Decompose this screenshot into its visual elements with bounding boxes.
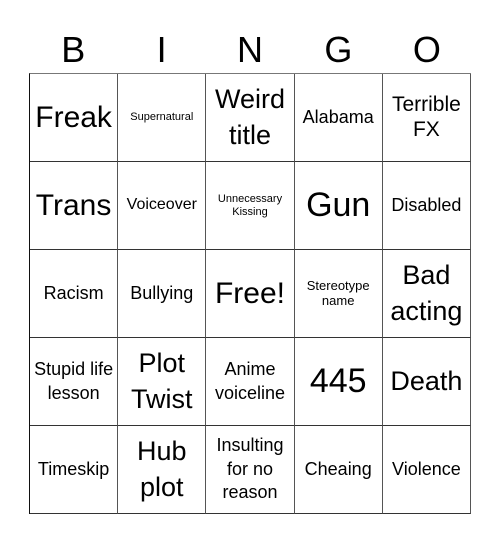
header-letter-i: I [156,29,167,70]
bingo-cell[interactable]: Timeskip [30,426,119,514]
bingo-cell[interactable]: Gun [294,162,383,250]
header-letter-g: G [324,29,353,70]
bingo-cell[interactable]: Bullying [118,250,207,338]
bingo-cell[interactable]: Insulting for no reason [206,426,295,514]
bingo-cell[interactable]: Stereotype name [294,250,383,338]
bingo-cell[interactable]: Disabled [382,162,471,250]
bingo-cell[interactable]: Cheaing [294,426,383,514]
bingo-cell[interactable]: Terrible FX [382,74,471,162]
bingo-cell[interactable]: 445 [294,338,383,426]
bingo-cell[interactable]: Stupid life lesson [30,338,119,426]
free-space-cell[interactable]: Free! [206,250,295,338]
header-letter-b: B [61,29,86,70]
bingo-cell[interactable]: Freak [30,74,119,162]
bingo-header: B I N G O [29,28,471,72]
bingo-cell[interactable]: Bad acting [382,250,471,338]
bingo-cell[interactable]: Death [382,338,471,426]
bingo-cell[interactable]: Alabama [294,74,383,162]
bingo-card-grid: Freak Supernatural Weird title Alabama Terri… [29,73,471,514]
bingo-cell[interactable]: Violence [382,426,471,514]
bingo-cell[interactable]: Weird title [206,74,295,162]
bingo-cell[interactable]: Hub plot [118,426,207,514]
header-letter-n: N [237,29,264,70]
bingo-cell[interactable]: Anime voiceline [206,338,295,426]
bingo-cell[interactable]: Plot Twist [118,338,207,426]
bingo-cell[interactable]: Supernatural [118,74,207,162]
bingo-cell[interactable]: Racism [30,250,119,338]
header-letter-o: O [412,29,441,70]
bingo-cell[interactable]: Trans [30,162,119,250]
bingo-cell[interactable]: Unnecessary Kissing [206,162,295,250]
bingo-cell[interactable]: Voiceover [118,162,207,250]
